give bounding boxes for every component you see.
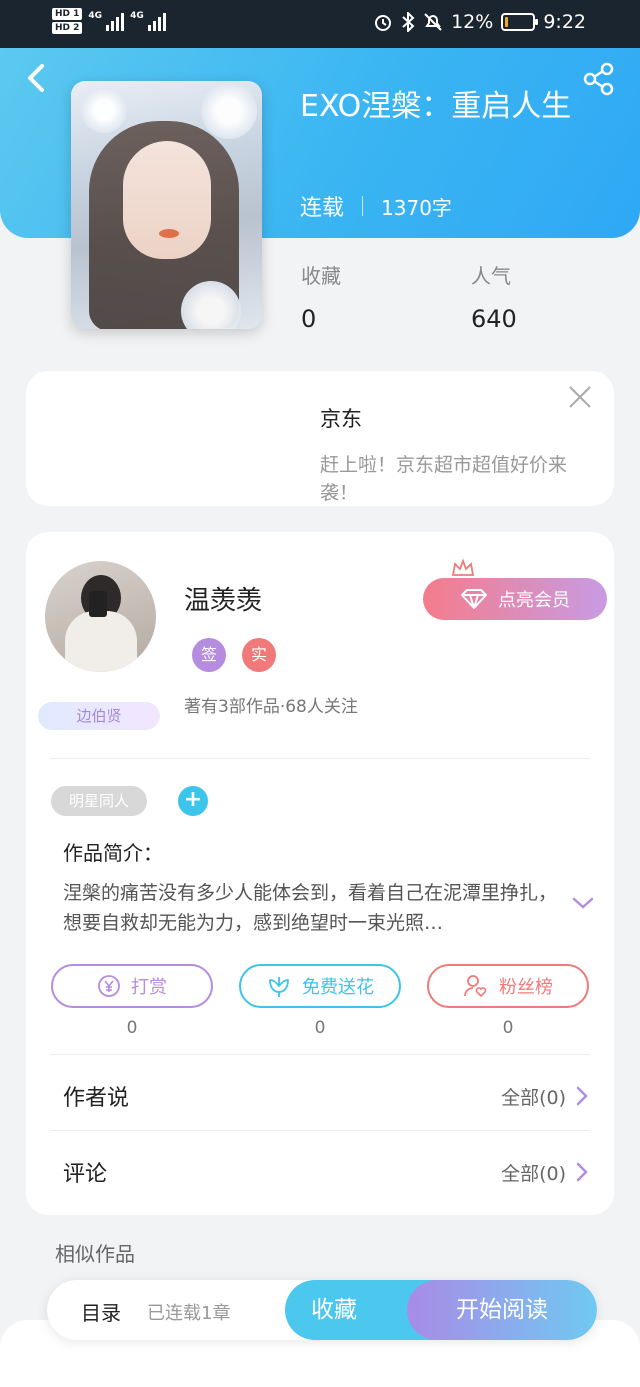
ad-close-button[interactable] [566, 383, 594, 411]
status-left: HD 1 HD 2 4G 4G [52, 8, 166, 34]
network-type-1: 4G [88, 11, 103, 21]
chapter-count: 已连载1章 [147, 1303, 231, 1324]
author-card: 边伯贤 温羡羡 签 实 著有3部作品·68人关注 点亮会员 明星同人 + 作品简… [26, 532, 614, 1215]
divider [50, 758, 590, 759]
comments-label: 评论 [63, 1162, 108, 1187]
intro-label: 作品简介： [63, 841, 163, 865]
reward-label: 打赏 [131, 977, 167, 998]
avatar[interactable] [45, 561, 156, 672]
avatar-phone [89, 591, 107, 617]
divider [50, 1054, 590, 1055]
fans-count: 0 [502, 1018, 514, 1038]
flower-icon [269, 977, 289, 997]
battery-percent: 12% [451, 11, 494, 33]
cover-flower [201, 83, 257, 139]
vip-button[interactable]: 点亮会员 [423, 578, 607, 620]
send-flower-button[interactable]: 免费送花 [239, 964, 401, 1008]
signal-icon: 4G [88, 11, 125, 31]
verified-badge: 实 [242, 638, 276, 672]
bottom-action-bar: 目录 已连载1章 收藏 开始阅读 [47, 1280, 597, 1340]
meta-divider [362, 196, 364, 216]
chevron-left-icon [28, 64, 44, 92]
network-type-2: 4G [130, 11, 144, 21]
cover-lips [159, 229, 179, 238]
add-tag-button[interactable]: + [178, 786, 208, 816]
reward-button[interactable]: 打赏 [51, 964, 213, 1008]
comments-more[interactable]: 全部(0) [501, 1159, 588, 1186]
hd2-label: HD 2 [52, 22, 83, 34]
alarm-icon [375, 15, 392, 31]
mute-icon [424, 13, 442, 31]
flower-count: 0 [314, 1018, 326, 1038]
cover-flower [81, 87, 127, 133]
book-meta: 连载 1370字 [300, 190, 452, 222]
favorites-label: 收藏 [301, 264, 341, 288]
expand-button[interactable] [571, 894, 595, 912]
crown-icon [451, 558, 475, 576]
battery-icon [501, 13, 539, 31]
signal-icon-2: 4G [130, 11, 166, 31]
signed-badge: 签 [192, 638, 226, 672]
fan-badge: 边伯贤 [38, 702, 160, 730]
flower-label: 免费送花 [302, 977, 374, 998]
hd-indicators: HD 1 HD 2 [52, 8, 83, 34]
chevron-right-icon [576, 1162, 588, 1182]
author-stats: 著有3部作品·68人关注 [184, 697, 358, 717]
battery-fill [505, 17, 509, 27]
author-says-row[interactable]: 作者说 全部(0) [63, 1080, 588, 1112]
hd1-label: HD 1 [52, 8, 83, 20]
author-says-count: 全部(0) [501, 1086, 566, 1109]
author-badges: 签 实 [192, 638, 276, 672]
book-cover[interactable] [71, 81, 262, 329]
status-bar: HD 1 HD 2 4G 4G 12% 9:22 [0, 0, 640, 48]
word-count: 1370字 [381, 195, 452, 220]
author-says-label: 作者说 [63, 1086, 130, 1111]
popularity-label: 人气 [471, 264, 511, 288]
intro-text: 涅槃的痛苦没有多少人能体会到，看着自己在泥潭里挣扎，想要自救却无能为力，感到绝望… [63, 882, 558, 934]
chevron-right-icon [576, 1086, 588, 1106]
yen-coin-icon [98, 975, 120, 997]
comments-count: 全部(0) [501, 1162, 566, 1185]
clock: 9:22 [543, 11, 586, 33]
ad-title: 京东 [320, 407, 362, 431]
popularity-stat: 人气 640 [471, 260, 517, 333]
comments-row[interactable]: 评论 全部(0) [63, 1156, 588, 1188]
avatar-body [65, 611, 137, 672]
fans-ranking-button[interactable]: 粉丝榜 [427, 964, 589, 1008]
status-right: 12% 9:22 [373, 11, 586, 33]
author-says-more[interactable]: 全部(0) [501, 1083, 588, 1110]
back-button[interactable] [22, 60, 54, 96]
start-reading-button[interactable]: 开始阅读 [407, 1280, 597, 1340]
diamond-icon [461, 589, 487, 609]
user-heart-icon [464, 975, 487, 998]
author-name[interactable]: 温羡羡 [184, 580, 262, 617]
book-status: 连载 [300, 196, 345, 221]
similar-works-heading: 相似作品 [55, 1242, 135, 1266]
favorites-value: 0 [301, 305, 317, 333]
ad-card[interactable]: 京东 赶上啦！京东超市超值好价来袭！ [26, 371, 614, 506]
reward-count: 0 [126, 1018, 138, 1038]
divider [50, 1130, 590, 1131]
book-title: EXO涅槃：重启人生 [300, 89, 572, 124]
toc-button[interactable]: 目录 [81, 1297, 121, 1326]
close-icon [569, 386, 591, 408]
vip-label: 点亮会员 [498, 590, 570, 611]
cover-face [123, 141, 211, 259]
favorites-stat: 收藏 0 [301, 260, 341, 333]
chevron-down-icon [572, 897, 594, 909]
ad-description: 赶上啦！京东超市超值好价来袭！ [320, 454, 568, 504]
fans-label: 粉丝榜 [499, 977, 553, 998]
popularity-value: 640 [471, 305, 517, 333]
tag-item[interactable]: 明星同人 [51, 786, 147, 816]
bluetooth-icon [402, 12, 415, 32]
